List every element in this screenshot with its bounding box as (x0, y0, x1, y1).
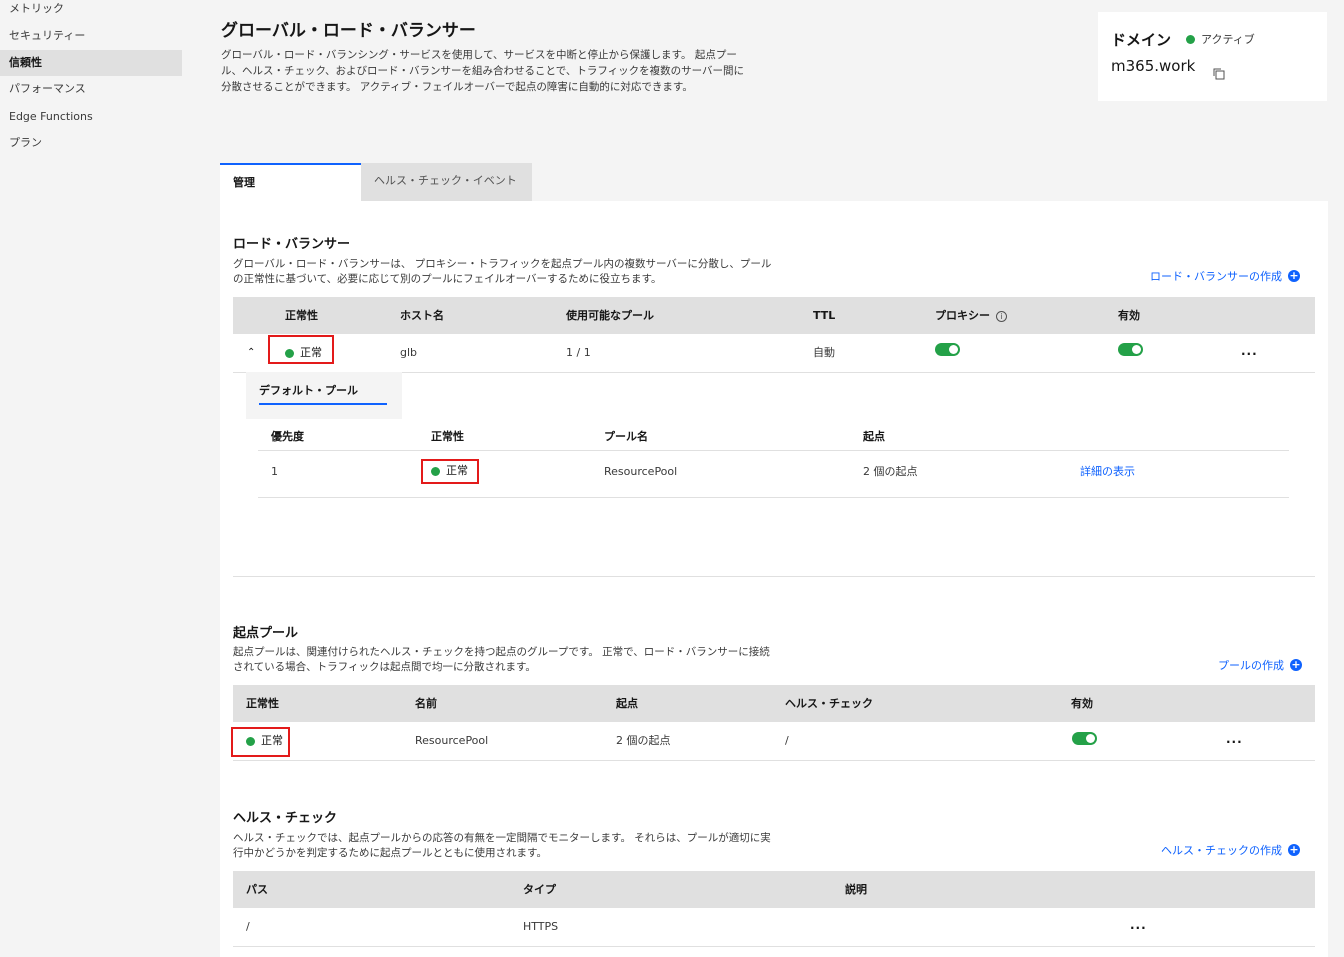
tab-manage[interactable]: 管理 (220, 163, 361, 201)
table-row[interactable]: 正常 ResourcePool 2 個の起点 / ... (233, 722, 1315, 761)
column-origins: 起点 (616, 697, 638, 710)
column-proxy-label: プロキシー (935, 309, 990, 322)
column-path: パス (246, 883, 268, 896)
status-active-icon (1186, 34, 1195, 44)
info-icon[interactable]: i (996, 310, 1007, 322)
pools-cell: 1 / 1 (566, 346, 591, 359)
view-details-link[interactable]: 詳細の表示 (1080, 451, 1135, 493)
sidebar-item-reliability[interactable]: 信頼性 (0, 50, 182, 76)
overflow-menu-icon[interactable]: ... (1130, 918, 1147, 932)
domain-label: ドメイン (1111, 31, 1172, 49)
subtab-indicator (259, 403, 387, 405)
create-pool-label: プールの作成 (1218, 659, 1284, 672)
domain-card: ドメイン アクティブ m365.work (1098, 12, 1327, 101)
enabled-toggle[interactable] (1118, 343, 1143, 356)
health-checks-table-header: パス タイプ 説明 (233, 871, 1315, 908)
origin-pools-title: 起点プール (233, 626, 299, 641)
detail-table-header: 優先度 正常性 プール名 起点 (258, 424, 1289, 451)
load-balancers-table-header: 正常性 ホスト名 使用可能なプール TTL プロキシー i 有効 (233, 297, 1315, 334)
domain-status: アクティブ (1186, 31, 1255, 47)
overflow-menu-icon[interactable]: ... (1241, 344, 1258, 358)
column-ttl: TTL (813, 309, 836, 322)
domain-name: m365.work (1111, 57, 1196, 75)
load-balancers-description: グローバル・ロード・バランサーは、 プロキシー・トラフィックを起点プール内の複数… (233, 258, 772, 285)
column-health: 正常性 (431, 430, 464, 443)
origin-pools-table-header: 正常性 名前 起点 ヘルス・チェック 有効 (233, 685, 1315, 722)
highlight-box (231, 727, 290, 757)
add-icon: + (1290, 658, 1302, 671)
pool-name-cell: ResourcePool (415, 734, 489, 747)
health-checks-title: ヘルス・チェック (233, 811, 338, 826)
sidebar: メトリック セキュリティー 信頼性 パフォーマンス Edge Functions… (0, 0, 182, 957)
health-checks-description: ヘルス・チェックでは、起点プールからの応答の有無を一定間隔でモニターします。 そ… (233, 832, 771, 859)
highlight-box (421, 459, 479, 484)
column-origins: 起点 (863, 430, 885, 443)
column-priority: 優先度 (271, 430, 304, 443)
sidebar-item-security[interactable]: セキュリティー (0, 23, 182, 49)
sidebar-item-metrics[interactable]: メトリック (0, 0, 182, 22)
page-title: グローバル・ロード・バランサー (221, 21, 476, 41)
page-description: グローバル・ロード・バランシング・サービスを使用して、サービスを中断と停止から保… (221, 49, 745, 93)
hostname-cell: glb (400, 346, 418, 359)
highlight-box (268, 335, 334, 364)
table-row[interactable]: ⌃ 正常 glb 1 / 1 自動 ... (233, 334, 1315, 373)
section-divider (233, 576, 1315, 577)
path-cell: / (246, 920, 250, 933)
sidebar-item-performance[interactable]: パフォーマンス (0, 76, 182, 102)
column-proxy: プロキシー i (935, 297, 1007, 334)
column-enabled: 有効 (1071, 697, 1093, 710)
add-icon: + (1288, 269, 1300, 282)
create-pool-link[interactable]: プールの作成 + (1218, 657, 1302, 673)
subtab-label: デフォルト・プール (259, 384, 358, 397)
column-health-check: ヘルス・チェック (785, 697, 873, 710)
column-enabled: 有効 (1118, 309, 1140, 322)
add-icon: + (1288, 843, 1300, 856)
chevron-up-icon[interactable]: ⌃ (247, 347, 255, 358)
domain-status-text: アクティブ (1201, 33, 1255, 46)
load-balancers-title: ロード・バランサー (233, 237, 351, 252)
type-cell: HTTPS (523, 920, 559, 933)
health-check-cell: / (785, 734, 789, 747)
tab-health-check-events[interactable]: ヘルス・チェック・イベント (361, 163, 532, 201)
enabled-toggle[interactable] (1072, 732, 1097, 745)
column-type: タイプ (523, 883, 556, 896)
origins-cell: 2 個の起点 (616, 734, 671, 747)
create-health-check-label: ヘルス・チェックの作成 (1161, 844, 1282, 857)
column-available-pools: 使用可能なプール (566, 309, 654, 322)
column-health: 正常性 (246, 697, 279, 710)
create-load-balancer-link[interactable]: ロード・バランサーの作成 + (1150, 268, 1300, 284)
ttl-cell: 自動 (813, 346, 835, 359)
column-health: 正常性 (285, 309, 318, 322)
column-name: 名前 (415, 697, 437, 710)
origin-pools-description: 起点プールは、関連付けられたヘルス・チェックを持つ起点のグループです。 正常で、… (233, 646, 770, 673)
create-load-balancer-label: ロード・バランサーの作成 (1150, 270, 1282, 283)
table-row[interactable]: 1 正常 ResourcePool 2 個の起点 詳細の表示 (258, 451, 1289, 498)
overflow-menu-icon[interactable]: ... (1226, 732, 1243, 746)
column-pool-name: プール名 (604, 430, 648, 443)
sidebar-item-plan[interactable]: プラン (0, 130, 182, 156)
create-health-check-link[interactable]: ヘルス・チェックの作成 + (1161, 842, 1300, 858)
proxy-toggle[interactable] (935, 343, 960, 356)
column-description: 説明 (845, 883, 867, 896)
sidebar-item-edge-functions[interactable]: Edge Functions (0, 104, 182, 130)
table-row[interactable]: / HTTPS ... (233, 908, 1315, 947)
copy-icon[interactable] (1213, 68, 1225, 80)
column-hostname: ホスト名 (400, 309, 444, 322)
origins-cell: 2 個の起点 (863, 465, 918, 478)
priority-cell: 1 (271, 465, 278, 478)
subtab-default-pool[interactable]: デフォルト・プール (246, 372, 402, 419)
pool-name-cell: ResourcePool (604, 465, 678, 478)
